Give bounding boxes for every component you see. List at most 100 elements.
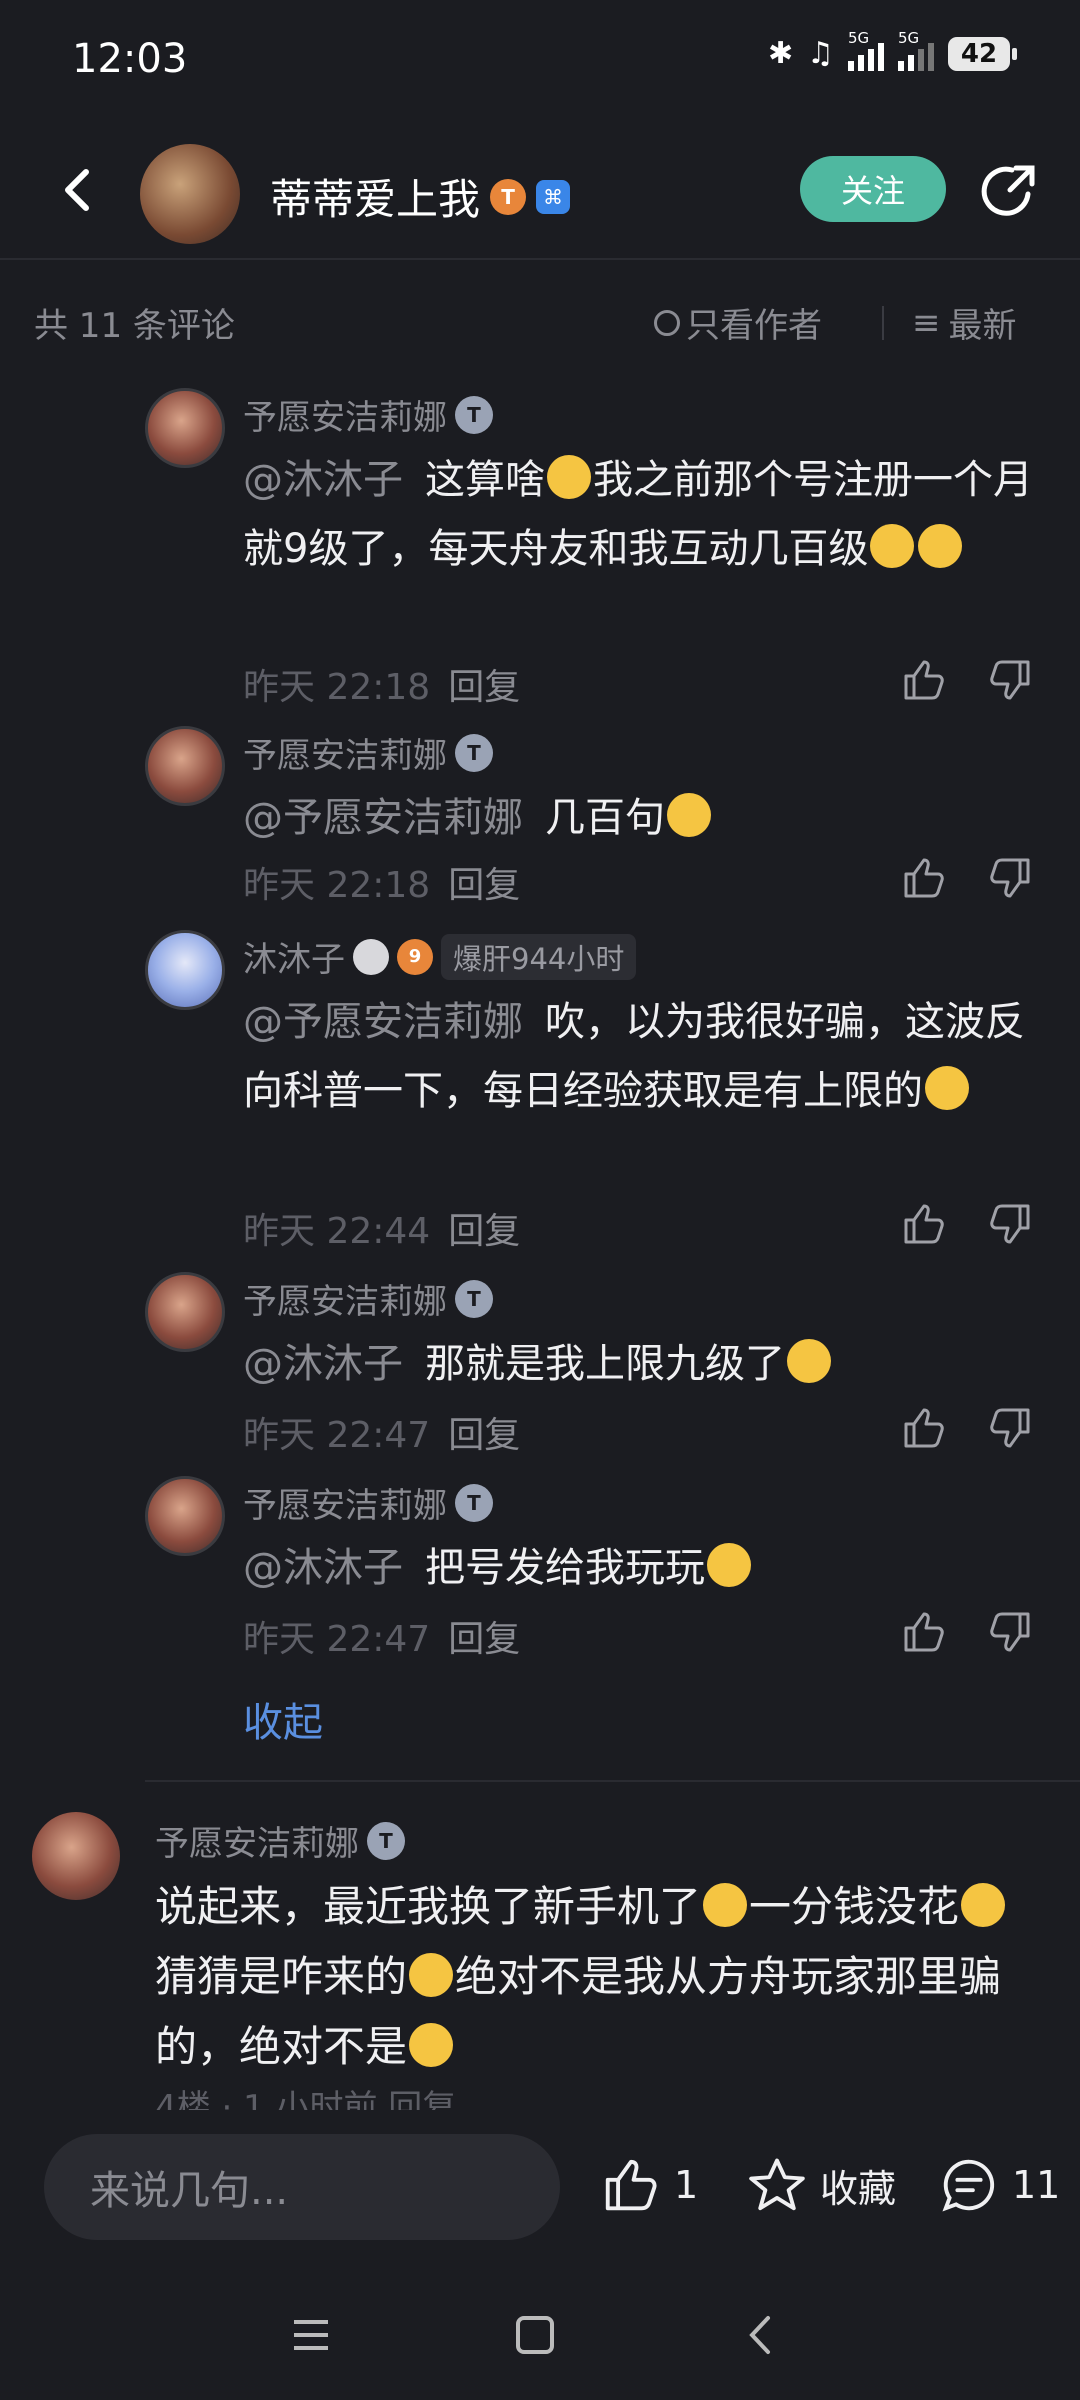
- comments-button[interactable]: 11: [938, 2154, 1060, 2216]
- bottom-action-bar: 来说几句... 1 收藏 11: [0, 2110, 1080, 2260]
- menu-icon[interactable]: [286, 2310, 336, 2360]
- thumbs-down-icon[interactable]: [986, 1200, 1034, 1248]
- thumbs-up-icon: [605, 2159, 657, 2211]
- mention-link[interactable]: @沐沐子: [243, 1341, 403, 1387]
- avatar[interactable]: [145, 930, 225, 1010]
- gamepad-badge-icon: ⌘: [536, 179, 571, 214]
- only-author-toggle[interactable]: 只看作者: [654, 298, 822, 347]
- reply-text: @予愿安洁莉娜 几百句: [243, 784, 1033, 853]
- play-hours-tag: 爆肝944小时: [441, 933, 637, 980]
- thumbs-up-icon[interactable]: [900, 1200, 948, 1248]
- reply-button[interactable]: 回复: [448, 667, 520, 708]
- reply-author[interactable]: 沐沐子 9 爆肝944小时: [243, 932, 637, 981]
- crying-emoji-icon: [547, 455, 591, 499]
- verified-badge-icon: T: [455, 1483, 493, 1522]
- laugh-cry-emoji-icon: [707, 1543, 751, 1587]
- comment-input[interactable]: 来说几句...: [44, 2134, 560, 2240]
- comment-text: 说起来，最近我换了新手机了 一分钱没花猜猜是咋来的 绝对不是我从方舟玩家那里骗的，绝…: [155, 1872, 1015, 2082]
- laugh-cry-emoji-icon: [703, 1883, 748, 1927]
- signal-icon: 5G: [848, 29, 884, 71]
- comment-meta: 4楼 · 1 小时前 回复: [155, 2088, 457, 2110]
- divider: [882, 306, 884, 340]
- reply-meta: 昨天 22:47 回复: [243, 1415, 521, 1456]
- sort-label: 最新: [948, 306, 1017, 346]
- thumbs-up-icon[interactable]: [900, 1404, 948, 1452]
- thumbs-down-icon[interactable]: [986, 1404, 1034, 1452]
- favorite-label: 收藏: [820, 2166, 897, 2211]
- battery-indicator: 42: [948, 36, 1017, 71]
- star-icon: [749, 2158, 805, 2211]
- sort-icon: ≡: [912, 302, 941, 343]
- reply-meta: 昨天 22:47 回复: [243, 1619, 521, 1660]
- thumbs-up-icon[interactable]: [900, 656, 948, 704]
- level-badge-icon: T: [490, 178, 527, 215]
- reply-author[interactable]: 予愿安洁莉娜 T: [243, 1274, 493, 1323]
- thumbs-down-icon[interactable]: [986, 854, 1034, 902]
- avatar[interactable]: [145, 726, 225, 806]
- avatar[interactable]: [32, 1812, 120, 1900]
- thumbs-down-icon[interactable]: [986, 656, 1034, 704]
- avatar[interactable]: [145, 1272, 225, 1352]
- top-header: 蒂蒂爱上我 T ⌘ 关注: [0, 128, 1080, 260]
- verified-badge-icon: T: [455, 395, 493, 434]
- back-arrow-icon[interactable]: [48, 160, 108, 220]
- reply-text: @予愿安洁莉娜 吹，以为我很好骗，这波反向科普一下，每日经验获取是有上限的: [243, 999, 1025, 1114]
- like-count: 1: [674, 2163, 699, 2207]
- reply-button[interactable]: 回复: [448, 1415, 520, 1456]
- mention-link[interactable]: @沐沐子: [243, 457, 403, 503]
- reply-author[interactable]: 予愿安洁莉娜 T: [243, 390, 493, 439]
- comment-author[interactable]: 予愿安洁莉娜 T: [155, 1816, 405, 1865]
- mention-link[interactable]: @沐沐子: [243, 1545, 403, 1591]
- mention-link[interactable]: @予愿安洁莉娜: [243, 999, 523, 1045]
- home-icon[interactable]: [510, 2310, 560, 2360]
- author-avatar[interactable]: [140, 144, 240, 244]
- reply-button[interactable]: 回复: [448, 1211, 520, 1252]
- comment-item: 予愿安洁莉娜 T 说起来，最近我换了新手机了 一分钱没花猜猜是咋来的 绝对不是我从方舟…: [0, 1812, 1080, 2110]
- share-icon[interactable]: [978, 160, 1040, 222]
- verified-badge-icon: T: [367, 1821, 405, 1860]
- reply-author[interactable]: 予愿安洁莉娜 T: [243, 728, 493, 777]
- earbuds-icon: ♫: [807, 36, 834, 71]
- grin-emoji-icon: [667, 793, 711, 837]
- thumbs-up-icon[interactable]: [900, 854, 948, 902]
- smirk-emoji-icon: [961, 1883, 1006, 1927]
- reply-meta: 昨天 22:18 回复: [243, 865, 521, 906]
- divider: [145, 1780, 1080, 1782]
- author-name[interactable]: 蒂蒂爱上我 T ⌘: [270, 166, 571, 227]
- radio-icon: [654, 309, 680, 336]
- reply-meta: 昨天 22:18 回复: [243, 667, 521, 708]
- avatar[interactable]: [145, 388, 225, 468]
- character-badge-icon: [353, 938, 389, 975]
- laugh-cry-emoji-icon: [409, 2023, 454, 2067]
- mention-link[interactable]: @予愿安洁莉娜: [243, 795, 523, 841]
- status-icons: ✱ ♫ 5G 5G 42: [768, 29, 1017, 71]
- reply-button[interactable]: 回复: [448, 1619, 520, 1660]
- sort-newest[interactable]: ≡ 最新: [912, 298, 1017, 347]
- signal-icon-2: 5G: [898, 29, 934, 71]
- like-button[interactable]: 1: [600, 2154, 698, 2216]
- smirk-emoji-icon: [925, 1066, 969, 1110]
- follow-button[interactable]: 关注: [800, 156, 946, 222]
- reply-author[interactable]: 予愿安洁莉娜 T: [243, 1478, 493, 1527]
- clock: 12:03: [72, 36, 188, 82]
- reply-text: @沐沐子 这算啥 我之前那个号注册一个月就9级了，每天舟友和我互动几百级: [243, 455, 1033, 572]
- comment-filter-bar: 共 11 条评论 只看作者 ≡ 最新: [0, 292, 1080, 352]
- thumbs-up-icon[interactable]: [900, 1608, 948, 1656]
- grin-emoji-icon: [918, 524, 963, 568]
- thumbs-down-icon[interactable]: [986, 1608, 1034, 1656]
- verified-badge-icon: T: [455, 1279, 493, 1318]
- system-nav-bar: [0, 2270, 1080, 2400]
- comment-count: 共 11 条评论: [34, 306, 235, 346]
- reply-text: @沐沐子 那就是我上限九级了: [243, 1330, 1033, 1399]
- avatar[interactable]: [145, 1476, 225, 1556]
- reply-button[interactable]: 回复: [448, 865, 520, 906]
- back-icon[interactable]: [736, 2310, 786, 2360]
- collapse-replies-button[interactable]: 收起: [243, 1690, 323, 1748]
- reply-meta: 昨天 22:44 回复: [243, 1211, 521, 1252]
- comment-count: 11: [1012, 2163, 1061, 2207]
- favorite-button[interactable]: 收藏: [746, 2154, 896, 2216]
- status-bar: 12:03 ✱ ♫ 5G 5G 42: [0, 0, 1080, 120]
- grin-emoji-icon: [870, 524, 915, 568]
- comment-bubble-icon: [942, 2159, 995, 2212]
- verified-badge-icon: T: [455, 733, 493, 772]
